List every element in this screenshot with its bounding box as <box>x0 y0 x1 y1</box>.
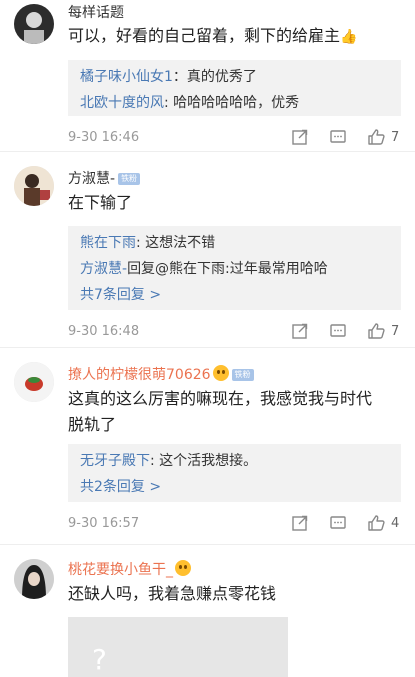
comment-text-line: 脱轨了 <box>68 415 117 434</box>
more-replies-link[interactable]: 共2条回复 > <box>80 474 389 500</box>
share-icon[interactable] <box>291 514 309 534</box>
comment-text-content: 可以，好看的自己留着，剩下的给雇主 <box>68 26 341 45</box>
share-icon[interactable] <box>291 322 309 342</box>
reply-text: : 哈哈哈哈哈哈，优秀 <box>164 95 300 111</box>
comment-item: 撩人的柠檬很萌70626 铁粉 这真的这么厉害的嘛现在，我感觉我与时代 脱轨了 无… <box>0 348 415 545</box>
comment-meta: 9-30 16:48 7 <box>68 322 401 342</box>
comment-text: 还缺人吗，我着急赚点零花钱 <box>68 584 277 603</box>
avatar-image <box>14 362 54 402</box>
username[interactable]: 撩人的柠檬很萌70626 铁粉 <box>68 364 254 384</box>
emoji-badge-icon <box>175 560 191 576</box>
reply-text: 回复@熊在下雨:过年最常用哈哈 <box>127 261 328 277</box>
comment-meta: 9-30 16:57 4 <box>68 514 401 534</box>
thumbs-up-icon[interactable] <box>367 322 387 342</box>
reply-box[interactable]: 橘子味小仙女1：真的优秀了 北欧十度的风: 哈哈哈哈哈哈，优秀 <box>68 60 401 116</box>
username[interactable]: 每样话题 <box>68 2 124 22</box>
thumbs-up-icon[interactable] <box>367 128 387 148</box>
comment-item: 每样话题 可以，好看的自己留着，剩下的给雇主👍 橘子味小仙女1：真的优秀了 北欧… <box>0 0 415 152</box>
comment-text: 这真的这么厉害的嘛现在，我感觉我与时代 脱轨了 <box>68 386 401 438</box>
comment-feed: 每样话题 可以，好看的自己留着，剩下的给雇主👍 橘子味小仙女1：真的优秀了 北欧… <box>0 0 415 677</box>
comment-icon[interactable] <box>329 128 347 148</box>
fan-badge: 铁粉 <box>231 369 254 381</box>
comment-item: 方淑慧- 铁粉 在下输了 熊在下雨: 这想法不错 方淑慧-回复@熊在下雨:过年最常… <box>0 152 415 348</box>
reply-text: ：真的优秀了 <box>172 69 257 85</box>
reply-author[interactable]: 方淑慧- <box>80 261 127 277</box>
image-preview[interactable]: ? <box>68 617 288 677</box>
reply-text: : 这个活我想接。 <box>150 453 258 469</box>
comment-text: 在下输了 <box>68 193 133 212</box>
reply-author[interactable]: 熊在下雨 <box>80 235 136 251</box>
like-count: 7 <box>391 130 400 145</box>
reply-item[interactable]: 北欧十度的风: 哈哈哈哈哈哈，优秀 <box>80 90 389 116</box>
more-replies-link[interactable]: 共7条回复 > <box>80 282 389 308</box>
action-bar: 4 <box>291 514 401 534</box>
avatar[interactable] <box>14 4 54 44</box>
emoji-badge-icon <box>212 365 229 381</box>
username-text[interactable]: 桃花要换小鱼干_ <box>68 562 173 578</box>
comment-icon[interactable] <box>329 514 347 534</box>
thumbs-up-icon[interactable] <box>367 514 387 534</box>
reply-item[interactable]: 熊在下雨: 这想法不错 <box>80 230 389 256</box>
share-icon[interactable] <box>291 128 309 148</box>
comment-item: 桃花要换小鱼干_ 还缺人吗，我着急赚点零花钱 ? <box>0 545 415 677</box>
action-bar: 7 <box>291 322 401 342</box>
reply-text: : 这想法不错 <box>136 235 216 251</box>
action-bar: 7 <box>291 128 401 148</box>
reply-author[interactable]: 无牙子殿下 <box>80 453 150 469</box>
svg-text:?: ? <box>92 643 107 676</box>
avatar-image <box>14 559 54 599</box>
image-placeholder-icon: ? <box>68 617 288 677</box>
reply-item[interactable]: 无牙子殿下: 这个活我想接。 <box>80 448 389 474</box>
avatar-image <box>14 4 54 44</box>
like-count: 4 <box>391 516 400 531</box>
username-text[interactable]: 方淑慧- <box>68 171 115 187</box>
reply-item[interactable]: 方淑慧-回复@熊在下雨:过年最常用哈哈 <box>80 256 389 282</box>
username[interactable]: 桃花要换小鱼干_ <box>68 559 191 579</box>
avatar[interactable] <box>14 166 54 206</box>
timestamp: 9-30 16:57 <box>68 516 140 531</box>
avatar[interactable] <box>14 559 54 599</box>
timestamp: 9-30 16:46 <box>68 130 140 145</box>
reply-item[interactable]: 橘子味小仙女1：真的优秀了 <box>80 64 389 90</box>
username[interactable]: 方淑慧- 铁粉 <box>68 168 141 188</box>
thumbs-up-emoji-icon: 👍 <box>340 29 358 45</box>
like-count: 7 <box>391 324 400 339</box>
comment-meta: 9-30 16:46 7 <box>68 128 401 148</box>
avatar[interactable] <box>14 362 54 402</box>
fan-badge: 铁粉 <box>118 173 141 185</box>
avatar-image <box>14 166 54 206</box>
username-text[interactable]: 撩人的柠檬很萌70626 <box>68 367 211 383</box>
comment-text: 可以，好看的自己留着，剩下的给雇主👍 <box>68 23 401 50</box>
reply-box[interactable]: 熊在下雨: 这想法不错 方淑慧-回复@熊在下雨:过年最常用哈哈 共7条回复 > <box>68 226 401 310</box>
reply-author[interactable]: 北欧十度的风 <box>80 95 164 111</box>
timestamp: 9-30 16:48 <box>68 324 140 339</box>
reply-author[interactable]: 橘子味小仙女1 <box>80 69 173 85</box>
reply-box[interactable]: 无牙子殿下: 这个活我想接。 共2条回复 > <box>68 444 401 502</box>
comment-text-line: 这真的这么厉害的嘛现在，我感觉我与时代 <box>68 389 373 408</box>
comment-icon[interactable] <box>329 322 347 342</box>
